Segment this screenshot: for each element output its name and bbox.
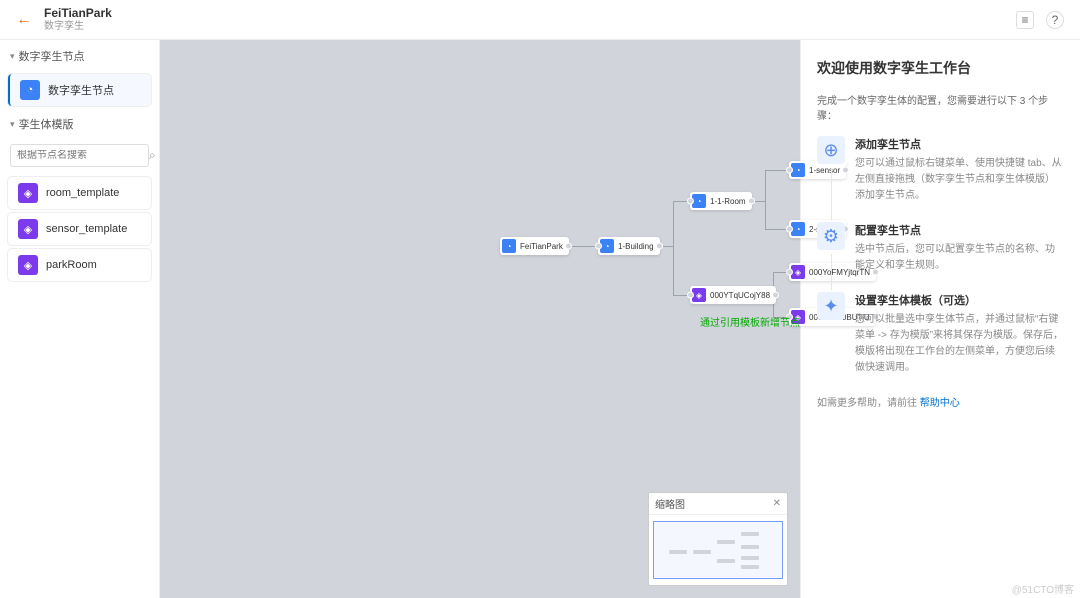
node-building[interactable]: ◔ 1-Building (598, 237, 660, 255)
edge (673, 201, 674, 296)
node-icon: ◔ (692, 194, 706, 208)
search-box[interactable]: ⌕ (10, 144, 149, 167)
node-label: 1-1-Room (710, 197, 746, 206)
step-desc: 选中节点后，您可以配置孪生节点的名称、功能定义和孪生规则。 (855, 242, 1064, 274)
title-block: FeiTianPark 数字孪生 (44, 6, 112, 32)
back-icon[interactable]: ← (16, 11, 32, 29)
panel-intro: 完成一个数字孪生体的配置，您需要进行以下 3 个步骤： (817, 92, 1064, 122)
template-icon: ◈ (692, 288, 706, 302)
help-prefix: 如需更多帮助，请前往 (817, 398, 920, 409)
edge (765, 170, 766, 230)
add-node-icon: ⊕ (817, 136, 845, 164)
section-templates[interactable]: ▾ 孪生体模版 (0, 108, 159, 140)
node-icon: ◔ (791, 222, 805, 236)
step-1: ⊕ 添加孪生节点 您可以通过鼠标右键菜单、使用快捷键 tab、从左侧直接拖拽（数… (817, 136, 1064, 204)
panel-title: 欢迎使用数字孪生工作台 (817, 58, 1064, 78)
section-title: 孪生体模版 (19, 116, 74, 132)
search-icon[interactable]: ⌕ (149, 148, 156, 163)
sidebar-template-parkroom[interactable]: ◈ parkRoom (8, 249, 151, 281)
header-actions: ≡ ? (1016, 11, 1064, 29)
template-icon: ◈ (18, 183, 38, 203)
config-icon: ⚙ (817, 222, 845, 250)
canvas-annotation: 通过引用模板新增节点 (700, 314, 800, 329)
node-label: FeiTianPark (520, 242, 563, 251)
template-icon: ◈ (18, 255, 38, 275)
sidebar-item-label: sensor_template (46, 223, 127, 235)
help-link[interactable]: 帮助中心 (920, 398, 960, 409)
page-title: FeiTianPark (44, 6, 112, 20)
search-input[interactable] (17, 150, 149, 161)
node-icon: ◔ (502, 239, 516, 253)
section-twin-nodes[interactable]: ▾ 数字孪生节点 (0, 40, 159, 72)
step-2: ⚙ 配置孪生节点 选中节点后，您可以配置孪生节点的名称、功能定义和孪生规则。 (817, 222, 1064, 274)
sidebar-item-label: parkRoom (46, 259, 97, 271)
node-icon: ◔ (20, 80, 40, 100)
sidebar-template-room[interactable]: ◈ room_template (8, 177, 151, 209)
chevron-down-icon: ▾ (10, 119, 15, 130)
list-icon[interactable]: ≡ (1016, 11, 1034, 29)
right-panel: 欢迎使用数字孪生工作台 完成一个数字孪生体的配置，您需要进行以下 3 个步骤： … (800, 40, 1080, 598)
node-icon: ◔ (600, 239, 614, 253)
sidebar-item-label: 数字孪生节点 (48, 82, 114, 98)
sidebar-item-twin-node[interactable]: ◔ 数字孪生节点 (8, 74, 151, 106)
step-title: 设置孪生体模板（可选） (855, 292, 1064, 308)
chevron-down-icon: ▾ (10, 51, 15, 62)
sidebar-item-label: room_template (46, 187, 119, 199)
node-instance-1[interactable]: ◈ 000YTqUCojY88 (690, 286, 776, 304)
page-subtitle: 数字孪生 (44, 21, 112, 33)
template-icon: ◈ (791, 265, 805, 279)
step-title: 配置孪生节点 (855, 222, 1064, 238)
node-root[interactable]: ◔ FeiTianPark (500, 237, 569, 255)
template-step-icon: ✦ (817, 292, 845, 320)
node-label: 1-Building (618, 242, 654, 251)
minimap-header: 缩略图 ✕ (649, 493, 787, 515)
node-room[interactable]: ◔ 1-1-Room (690, 192, 752, 210)
step-desc: 您可以通过鼠标右键菜单、使用快捷键 tab、从左侧直接拖拽（数字孪生节点和孪生体… (855, 156, 1064, 204)
node-icon: ◔ (791, 163, 805, 177)
node-label: 000YTqUCojY88 (710, 291, 770, 300)
close-icon[interactable]: ✕ (773, 498, 781, 509)
header: ← FeiTianPark 数字孪生 ≡ ? (0, 0, 1080, 40)
minimap-viewport[interactable] (649, 515, 787, 585)
step-desc: 您可以批量选中孪生体节点，并通过鼠标“右键菜单 -> 存为模版”来将其保存为模版… (855, 312, 1064, 376)
watermark: @51CTO博客 (1012, 581, 1074, 596)
minimap[interactable]: 缩略图 ✕ (648, 492, 788, 586)
help-text: 如需更多帮助，请前往 帮助中心 (817, 394, 1064, 409)
minimap-title: 缩略图 (655, 496, 685, 511)
help-icon[interactable]: ? (1046, 11, 1064, 29)
step-title: 添加孪生节点 (855, 136, 1064, 152)
step-3: ✦ 设置孪生体模板（可选） 您可以批量选中孪生体节点，并通过鼠标“右键菜单 ->… (817, 292, 1064, 376)
template-icon: ◈ (18, 219, 38, 239)
sidebar-template-sensor[interactable]: ◈ sensor_template (8, 213, 151, 245)
section-title: 数字孪生节点 (19, 48, 85, 64)
canvas[interactable]: ◔ FeiTianPark ◔ 1-Building ◔ 1-1-Room ◔ … (160, 40, 800, 598)
sidebar: ▾ 数字孪生节点 ◔ 数字孪生节点 ▾ 孪生体模版 ⌕ ◈ room_templ… (0, 40, 160, 598)
